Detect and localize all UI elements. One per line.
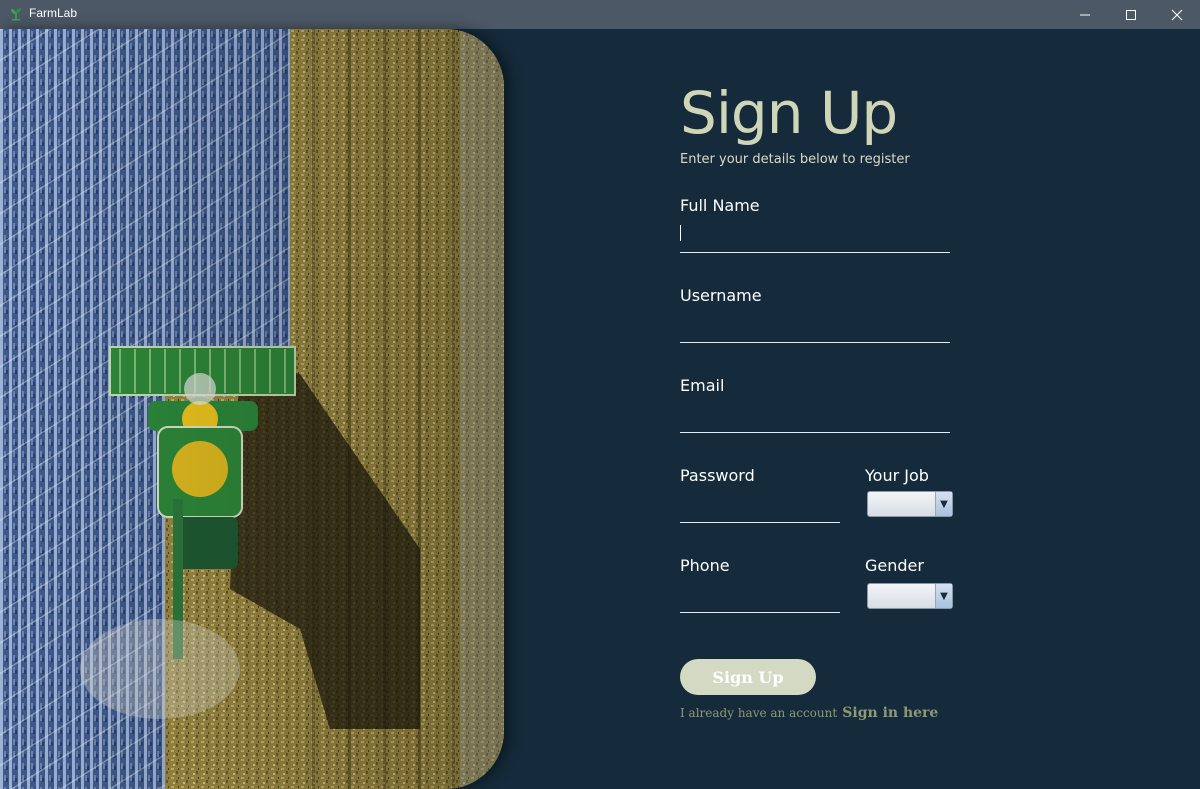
job-select[interactable]: ▼ (867, 491, 953, 517)
close-icon (1171, 9, 1183, 20)
email-label: Email (680, 376, 725, 395)
gender-select[interactable]: ▼ (867, 583, 953, 609)
signup-form: Sign Up Enter your details below to regi… (680, 29, 1100, 789)
close-button[interactable] (1154, 0, 1200, 29)
password-input[interactable] (680, 495, 840, 523)
full-name-label: Full Name (680, 196, 760, 215)
maximize-icon (1126, 9, 1136, 20)
aerial-harvester-photo (0, 29, 504, 789)
page-title: Sign Up (680, 79, 898, 147)
chevron-down-icon: ▼ (935, 584, 952, 608)
minimize-icon (1080, 14, 1090, 15)
page-subtitle: Enter your details below to register (680, 152, 910, 167)
job-label: Your Job (865, 466, 929, 485)
text-caret (680, 225, 681, 241)
maximize-button[interactable] (1108, 0, 1154, 29)
signup-button[interactable]: Sign Up (680, 659, 816, 695)
username-input[interactable] (680, 315, 950, 343)
phone-label: Phone (680, 556, 730, 575)
email-input[interactable] (680, 405, 950, 433)
window-title: FarmLab (29, 6, 78, 20)
plant-icon (11, 8, 21, 21)
hero-image (0, 29, 504, 789)
username-label: Username (680, 286, 762, 305)
minimize-button[interactable] (1062, 0, 1108, 29)
full-name-input[interactable] (680, 225, 950, 253)
gender-label: Gender (865, 556, 924, 575)
phone-input[interactable] (680, 585, 840, 613)
signin-link[interactable]: Sign in here (842, 705, 938, 721)
signin-prompt: I already have an account Sign in here (680, 702, 938, 721)
chevron-down-icon: ▼ (935, 492, 952, 516)
title-bar: FarmLab (0, 0, 1200, 29)
password-label: Password (680, 466, 755, 485)
account-prompt-text: I already have an account (680, 706, 838, 720)
